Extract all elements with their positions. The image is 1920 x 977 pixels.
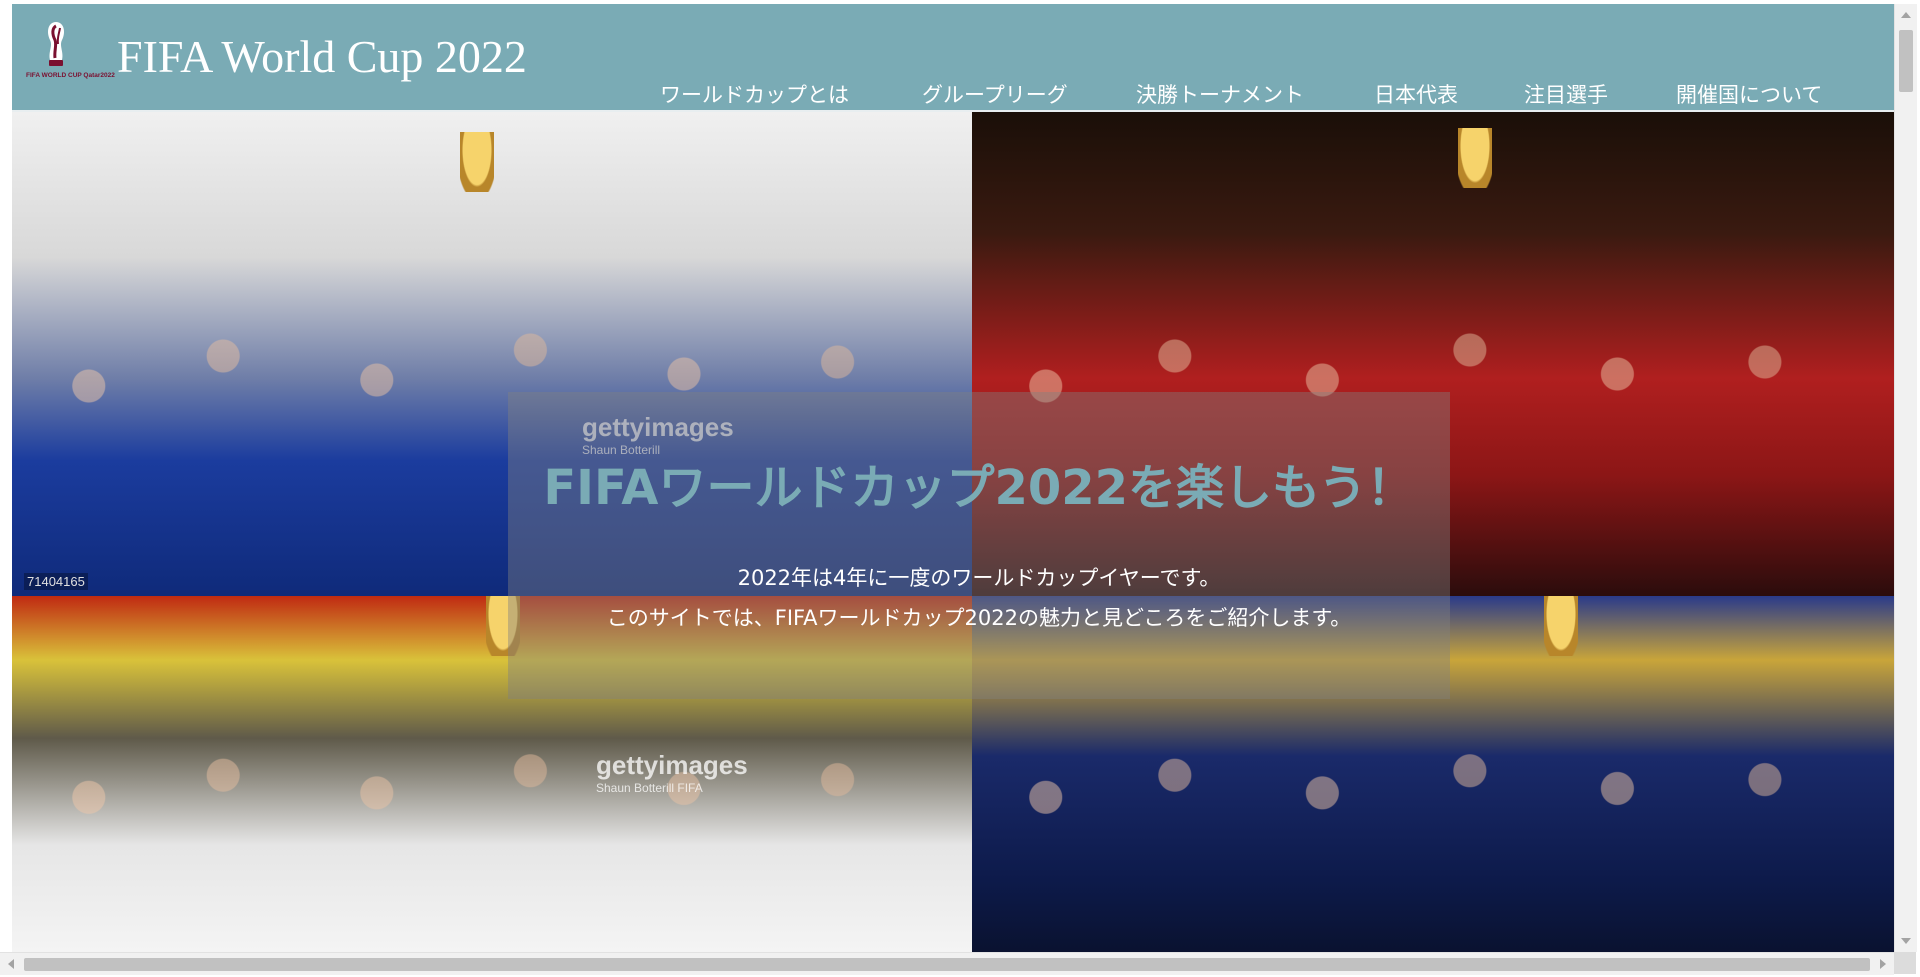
hero-section: gettyimages Shaun Botterill 71404165 get… (12, 112, 1894, 952)
page: FIFA WORLD CUP Qatar2022 FIFA World Cup … (12, 4, 1894, 952)
scroll-left-arrow-icon[interactable] (8, 959, 14, 969)
site-header: FIFA WORLD CUP Qatar2022 FIFA World Cup … (12, 4, 1894, 112)
scroll-down-arrow-icon[interactable] (1901, 938, 1911, 944)
scrollbar-corner (1894, 952, 1916, 974)
site-title[interactable]: FIFA World Cup 2022 (117, 28, 527, 86)
trophy-icon (460, 132, 494, 192)
celebrating-players (12, 731, 972, 952)
vertical-scrollbar[interactable] (1894, 4, 1917, 952)
hero-description-line2: このサイトでは、FIFAワールドカップ2022の魅力と見どころをご紹介します。 (606, 606, 1352, 630)
celebrating-players (972, 731, 1894, 952)
hero-headline: FIFAワールドカップ2022を楽しもう！ (543, 460, 1415, 516)
horizontal-scrollbar[interactable] (0, 952, 1894, 975)
browser-viewport: FIFA WORLD CUP Qatar2022 FIFA World Cup … (0, 0, 1920, 977)
vertical-scrollbar-thumb[interactable] (1899, 30, 1913, 92)
nav-item-featured-players[interactable]: 注目選手 (1524, 82, 1608, 108)
logo-wordmark: FIFA WORLD CUP Qatar2022 (26, 72, 115, 79)
trophy-icon (1544, 596, 1578, 656)
photo-watermark: gettyimages Shaun Botterill FIFA (596, 750, 748, 795)
main-nav: ワールドカップとは グループリーグ 決勝トーナメント 日本代表 注目選手 開催国… (12, 82, 1894, 110)
photo-id: 71404165 (24, 573, 88, 590)
trophy-icon (1458, 128, 1492, 188)
nav-item-knockout-tournament[interactable]: 決勝トーナメント (1136, 82, 1304, 108)
scroll-up-arrow-icon[interactable] (1901, 12, 1911, 18)
hero-description-line1: 2022年は4年に一度のワールドカップイヤーです。 (737, 566, 1221, 590)
scroll-right-arrow-icon[interactable] (1880, 959, 1886, 969)
nav-item-about-world-cup[interactable]: ワールドカップとは (660, 82, 849, 108)
world-cup-trophy-icon (48, 22, 64, 66)
hero-text-overlay: FIFAワールドカップ2022を楽しもう！ 2022年は4年に一度のワールドカッ… (508, 392, 1450, 699)
horizontal-scrollbar-thumb[interactable] (24, 958, 1870, 971)
nav-item-japan-national-team[interactable]: 日本代表 (1374, 82, 1458, 108)
nav-item-host-country[interactable]: 開催国について (1676, 82, 1822, 108)
nav-item-group-league[interactable]: グループリーグ (922, 82, 1068, 108)
